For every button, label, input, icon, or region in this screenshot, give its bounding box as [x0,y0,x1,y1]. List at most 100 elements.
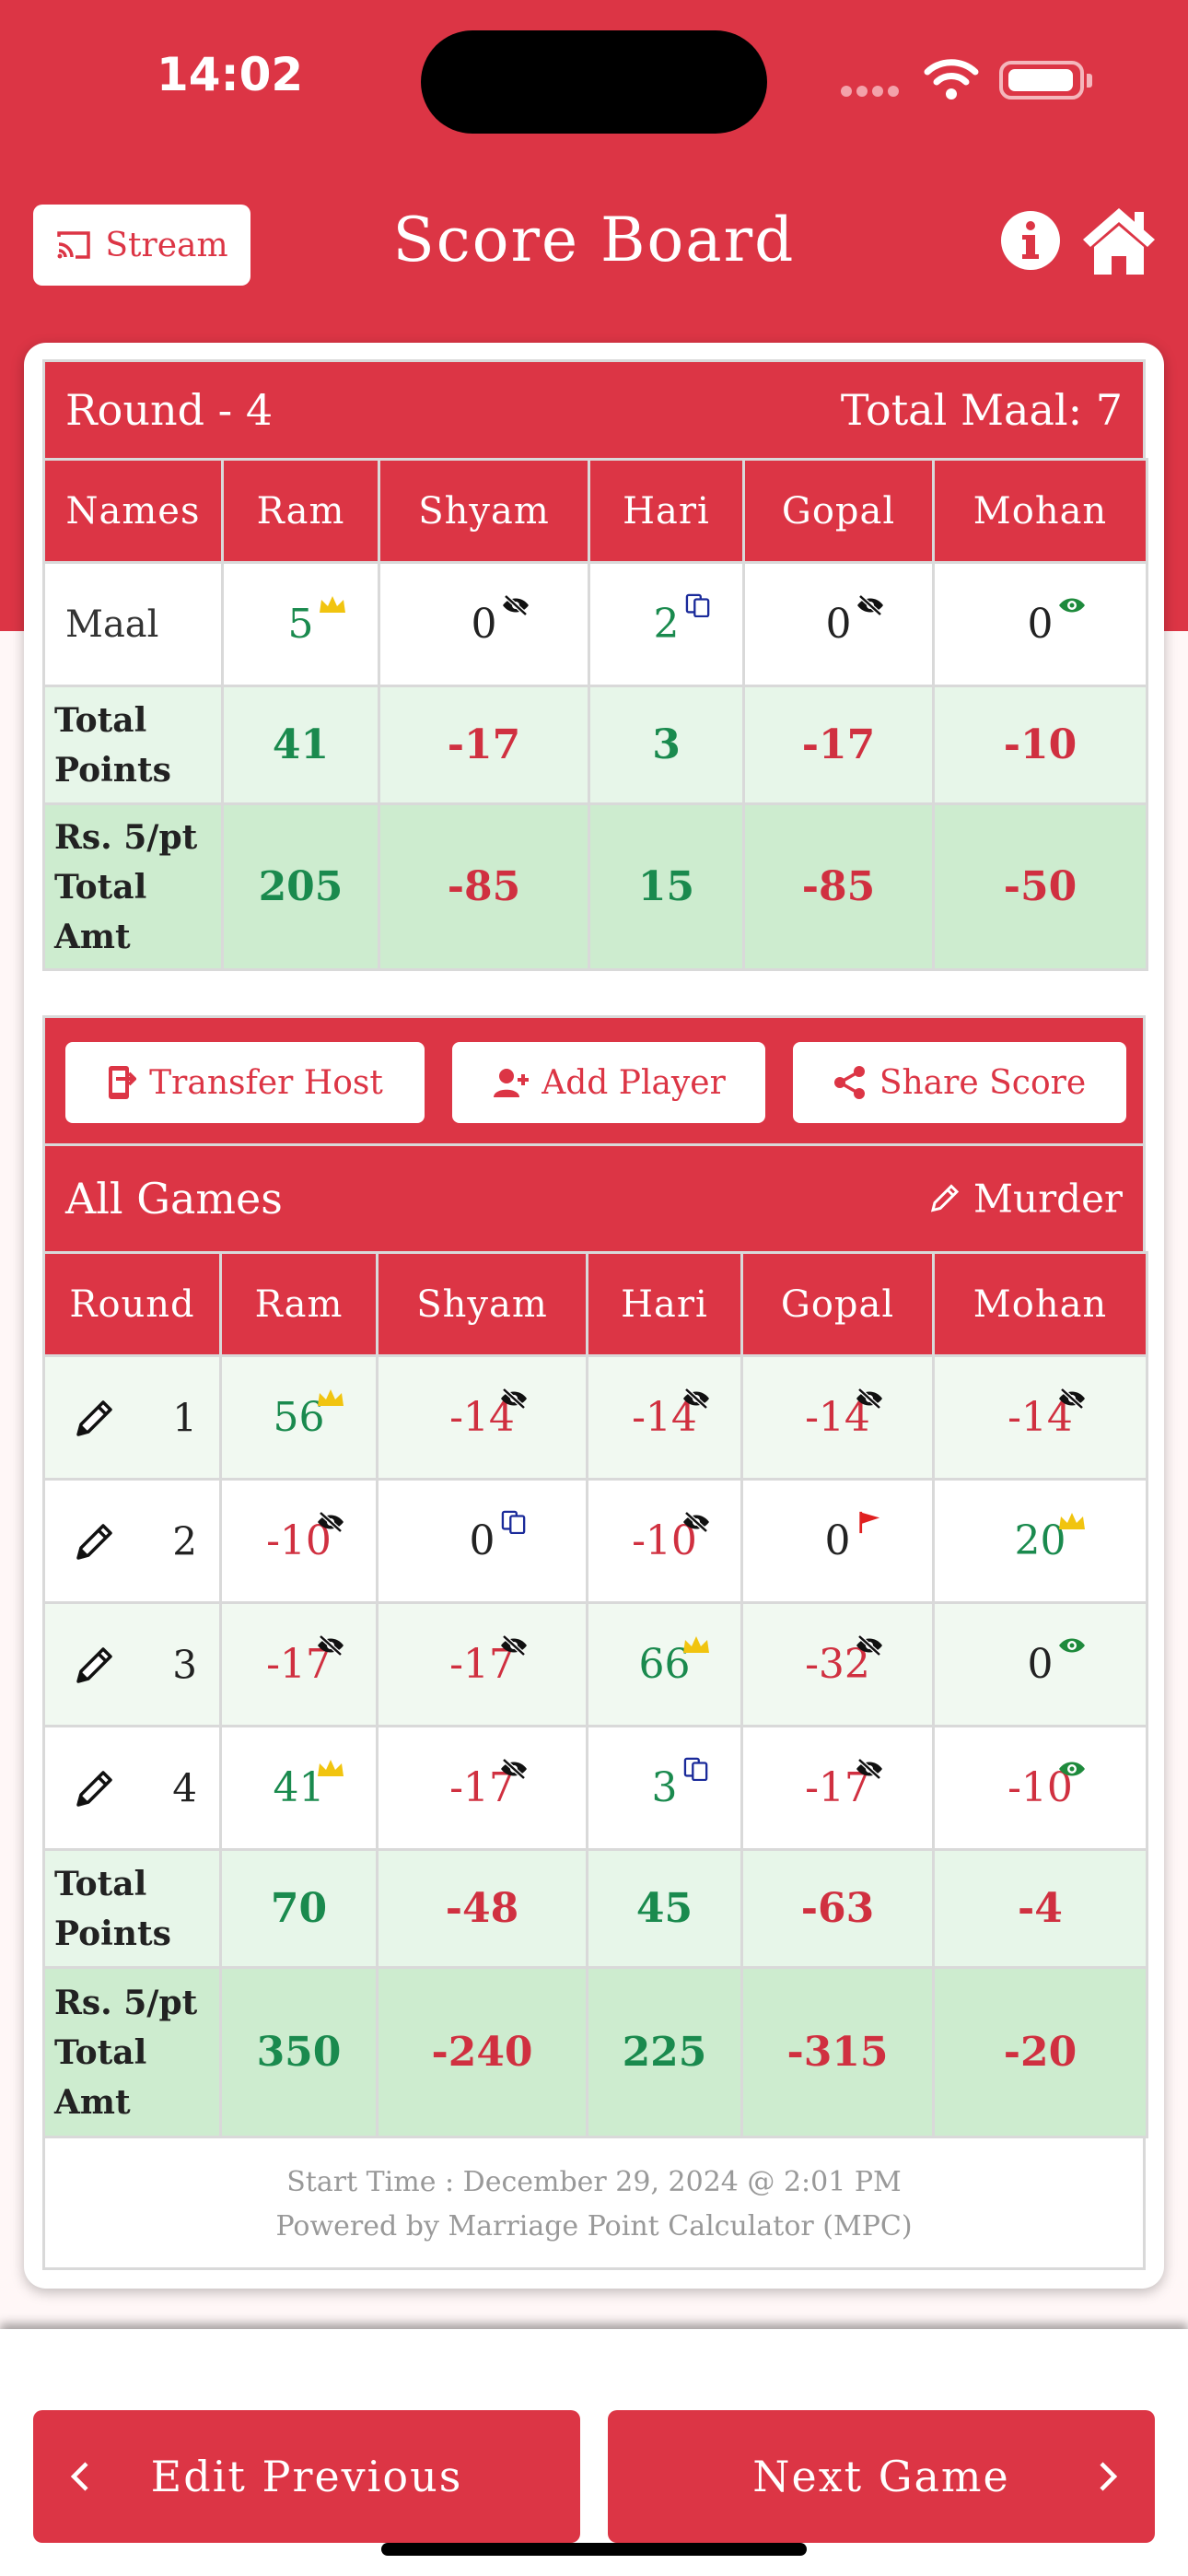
transfer-phone-icon [109,1066,137,1099]
edit-pencil-icon[interactable] [73,1396,117,1440]
total-points-value: 70 [219,1848,379,1969]
player-header: Ram [219,1251,379,1357]
eye-off-icon [1058,1388,1085,1410]
game-score-cell: 0 [740,1478,935,1604]
edit-previous-button[interactable]: Edit Previous [33,2410,580,2543]
eye-badge [1057,1621,1087,1653]
score-value: 5 [287,601,314,648]
eye-off-icon [856,1634,882,1657]
share-score-button[interactable]: Share Score [793,1042,1126,1123]
game-score-cell: -32 [740,1601,935,1727]
total-amount-value: 205 [221,802,380,971]
crown-badge [1057,1497,1087,1529]
crown-badge [316,1744,345,1776]
round-cell: 3 [42,1601,222,1727]
crown-badge [318,580,347,613]
next-game-button[interactable]: Next Game [608,2410,1155,2543]
eye-off-badge [501,580,530,616]
info-icon[interactable] [1000,210,1061,271]
player-header: Mohan [932,1251,1148,1357]
edit-previous-label: Edit Previous [150,2452,463,2501]
game-score-cell: -14 [376,1354,588,1481]
score-value: 0 [471,601,497,648]
eye-off-icon [500,1388,527,1410]
eye-off-icon [317,1634,344,1657]
score-value: 0 [824,1517,851,1564]
add-user-icon [494,1069,530,1097]
round-summary-header-row: Names Ram Shyam Hari Gopal Mohan [42,458,1148,564]
eye-off-icon [500,1758,527,1780]
eye-off-badge [855,1621,884,1657]
transfer-host-button[interactable]: Transfer Host [65,1042,425,1123]
eye-off-badge [499,1744,529,1780]
game-score-cell: -14 [932,1354,1148,1481]
game-score-cell: -10 [219,1478,379,1604]
status-time: 14:02 [157,48,304,101]
share-score-label: Share Score [879,1063,1087,1102]
powered-by: Powered by Marriage Point Calculator (MP… [275,2210,913,2242]
amt-label-line: Total [54,867,147,907]
eye-off-icon [502,594,529,616]
eye-off-badge [855,1744,884,1780]
pencil-icon [930,1183,960,1212]
add-player-button[interactable]: Add Player [452,1042,765,1123]
add-player-label: Add Player [542,1063,726,1102]
eye-off-icon [856,1388,882,1410]
maal-cell: 0 [742,561,935,687]
round-label: Round - 4 [65,385,274,435]
cards-icon [501,1510,525,1535]
edit-pencil-icon[interactable] [73,1643,117,1687]
total-points-value: -17 [378,685,590,805]
total-points-label: Total Points [42,1848,222,1969]
cards-icon [685,593,709,618]
round-cell: 2 [42,1478,222,1604]
home-icon[interactable] [1081,205,1157,276]
crown-icon [319,596,345,613]
total-amount-value: -315 [740,1966,935,2138]
total-points-value: 3 [588,685,745,805]
action-button-row: Transfer Host Add Player Share Score [42,1015,1146,1146]
maal-label: Maal [42,561,224,687]
total-amount-value: 350 [219,1966,379,2138]
eye-off-badge [681,1497,711,1533]
game-score-cell: -10 [932,1725,1148,1851]
eye-off-badge [316,1621,345,1657]
edit-pencil-icon[interactable] [73,1766,117,1810]
game-score-cell: 20 [932,1478,1148,1604]
dynamic-island [421,30,767,134]
maal-cell: 2 [588,561,745,687]
amt-label-line: Amt [54,917,131,956]
game-row: 3 -17 -17 66 -32 0 [42,1601,1148,1727]
eye-icon [1058,1762,1085,1776]
game-score-cell: 66 [586,1601,743,1727]
edit-pencil-icon[interactable] [73,1519,117,1563]
eye-off-badge [856,580,885,616]
cast-icon [57,231,91,259]
transfer-host-label: Transfer Host [149,1063,383,1102]
game-score-cell: -14 [586,1354,743,1481]
cards-icon [683,1757,707,1782]
score-value: 3 [651,1764,678,1811]
crown-icon [317,1760,344,1776]
total-amount-label: Rs. 5/pt Total Amt [42,802,224,971]
murder-button[interactable]: Murder [927,1177,1123,1222]
page-title: Score Board [392,205,796,275]
flag-badge [855,1497,884,1534]
all-games-total-points-row: Total Points 70 -48 45 -63 -4 [42,1848,1148,1969]
bottom-navigation: Edit Previous Next Game [0,2329,1188,2576]
cards-badge [681,1744,711,1782]
all-games-total-amount-row: Rs. 5/pt Total Amt 350 -240 225 -315 -20 [42,1966,1148,2138]
player-header: Gopal [742,458,935,564]
eye-off-badge [681,1374,711,1410]
eye-off-badge [499,1374,529,1410]
stream-button[interactable]: Stream [33,205,250,286]
eye-off-icon [682,1511,709,1533]
total-points-label-line: Total [54,1864,147,1903]
eye-off-badge [855,1374,884,1410]
total-points-value: -48 [376,1848,588,1969]
maal-row: Maal 5 0 2 0 0 [42,561,1148,687]
game-row: 4 41 -17 3 -17 -10 [42,1725,1148,1851]
player-header: Gopal [740,1251,935,1357]
chevron-right-icon [1100,2462,1118,2491]
battery-tip [1087,74,1092,88]
